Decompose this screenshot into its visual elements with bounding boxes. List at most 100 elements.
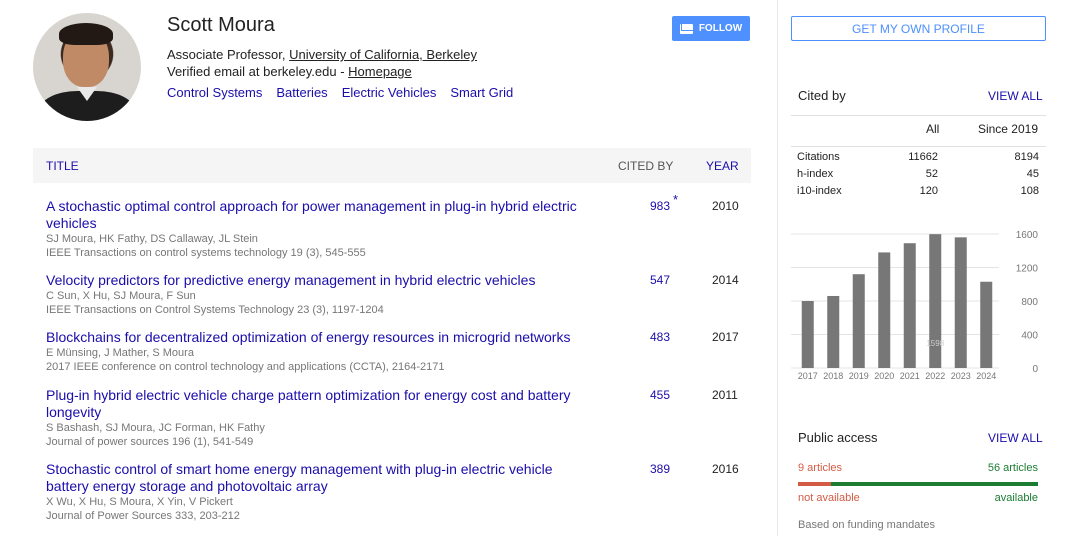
- public-access-view-all-link[interactable]: VIEW ALL: [988, 431, 1043, 445]
- cited-count[interactable]: 483: [650, 329, 670, 346]
- sort-by-year[interactable]: YEAR: [706, 159, 739, 173]
- available-label: available: [994, 492, 1038, 504]
- not-available-label: not available: [798, 492, 860, 504]
- publication-authors: S Bashash, SJ Moura, JC Forman, HK Fathy: [46, 422, 265, 434]
- stats-label[interactable]: i10-index: [797, 185, 842, 197]
- stats-since-value: 45: [1026, 168, 1039, 180]
- not-available-bar: [798, 482, 831, 486]
- table-row: Stochastic control of smart home energy …: [46, 461, 751, 523]
- envelope-icon: [679, 23, 693, 34]
- funding-mandates-note: Based on funding mandates: [798, 519, 935, 531]
- stats-all-value: 120: [919, 185, 938, 197]
- chart-bar-2021[interactable]: [903, 243, 916, 368]
- stats-col-since: Since 2019: [977, 122, 1038, 136]
- chart-bar-2024[interactable]: [980, 281, 993, 368]
- affiliation-link[interactable]: University of California, Berkeley: [289, 47, 477, 62]
- x-tick-label: 2023: [951, 371, 971, 381]
- publication-title[interactable]: Blockchains for decentralized optimizati…: [46, 329, 646, 346]
- x-tick-label: 2022: [925, 371, 945, 381]
- publication-year: 2010: [712, 199, 739, 213]
- stats-col-all: All: [926, 122, 940, 136]
- profile-email: Verified email at berkeley.edu - Homepag…: [167, 64, 412, 79]
- x-tick-label: 2018: [823, 371, 843, 381]
- get-my-own-profile-button[interactable]: GET MY OWN PROFILE: [791, 16, 1046, 41]
- table-row: Plug-in hybrid electric vehicle charge p…: [46, 387, 751, 449]
- chart-bar-2023[interactable]: [954, 237, 967, 368]
- stats-all-value: 52: [925, 168, 938, 180]
- homepage-link[interactable]: Homepage: [348, 64, 412, 79]
- cited-count[interactable]: 547: [650, 272, 670, 289]
- cited-by-view-all-link[interactable]: VIEW ALL: [988, 89, 1043, 103]
- stats-label[interactable]: Citations: [797, 151, 840, 163]
- chart-bar-2018[interactable]: [827, 295, 840, 368]
- interest-link[interactable]: Electric Vehicles: [342, 85, 437, 100]
- cited-by-heading: Cited by: [798, 88, 846, 103]
- profile-avatar[interactable]: [33, 13, 141, 121]
- publication-year: 2016: [712, 462, 739, 476]
- stats-all-value: 11662: [908, 151, 938, 163]
- table-row: Blockchains for decentralized optimizati…: [46, 329, 751, 374]
- stats-row: i10-index 120 108: [797, 185, 1039, 200]
- y-tick-label: 0: [1032, 364, 1038, 375]
- stats-row: Citations 11662 8194: [797, 151, 1039, 166]
- x-tick-label: 2017: [798, 371, 818, 381]
- avatar-hair: [59, 23, 113, 45]
- public-access-heading: Public access: [798, 430, 878, 445]
- y-tick-label: 1600: [1016, 230, 1039, 241]
- interest-link[interactable]: Batteries: [276, 85, 327, 100]
- bar-value-label: 1598: [926, 339, 944, 348]
- publication-venue: Journal of power sources 196 (1), 541-54…: [46, 436, 254, 448]
- cited-count[interactable]: 389: [650, 461, 670, 478]
- publication-title[interactable]: Velocity predictors for predictive energ…: [46, 272, 646, 289]
- chart-bar-2020[interactable]: [878, 252, 891, 368]
- verified-email-text: Verified email at berkeley.edu -: [167, 64, 345, 79]
- cited-count[interactable]: 983: [650, 198, 670, 215]
- y-tick-label: 800: [1021, 297, 1038, 308]
- x-tick-label: 2020: [874, 371, 894, 381]
- y-tick-label: 400: [1021, 331, 1038, 342]
- chart-bar-2019[interactable]: [852, 274, 865, 368]
- interest-link[interactable]: Smart Grid: [450, 85, 513, 100]
- x-tick-label: 2019: [849, 371, 869, 381]
- stats-since-value: 8194: [1014, 151, 1039, 163]
- research-interests: Control Systems Batteries Electric Vehic…: [167, 85, 513, 100]
- column-divider: [777, 0, 778, 536]
- not-available-count[interactable]: 9 articles: [798, 462, 842, 474]
- publication-authors: E Münsing, J Mather, S Moura: [46, 347, 194, 359]
- publication-venue: 2017 IEEE conference on control technolo…: [46, 361, 445, 373]
- interest-link[interactable]: Control Systems: [167, 85, 262, 100]
- x-tick-label: 2021: [900, 371, 920, 381]
- merged-citation-star[interactable]: *: [673, 192, 678, 207]
- publication-authors: C Sun, X Hu, SJ Moura, F Sun: [46, 290, 196, 302]
- publication-year: 2017: [712, 330, 739, 344]
- publication-title[interactable]: Stochastic control of smart home energy …: [46, 461, 586, 495]
- publication-venue: IEEE Transactions on Control Systems Tec…: [46, 304, 384, 316]
- publication-venue: IEEE Transactions on control systems tec…: [46, 247, 366, 259]
- stats-divider: [791, 146, 1046, 147]
- publication-title[interactable]: Plug-in hybrid electric vehicle charge p…: [46, 387, 586, 421]
- follow-button[interactable]: FOLLOW: [672, 16, 750, 41]
- affiliation-role: Associate Professor,: [167, 47, 286, 62]
- citation-stats-table: All Since 2019 Citations 11662 8194 h-in…: [791, 115, 1046, 197]
- sort-by-cited[interactable]: CITED BY: [618, 159, 673, 173]
- y-tick-label: 1200: [1016, 264, 1039, 275]
- profile-name: Scott Moura: [167, 14, 275, 36]
- publication-year: 2014: [712, 273, 739, 287]
- table-row: A stochastic optimal control approach fo…: [46, 192, 751, 260]
- cited-count[interactable]: 455: [650, 387, 670, 404]
- available-count[interactable]: 56 articles: [988, 462, 1038, 474]
- stats-row: h-index 52 45: [797, 168, 1039, 183]
- chart-bar-2017[interactable]: [801, 301, 814, 368]
- table-row: Velocity predictors for predictive energ…: [46, 272, 751, 317]
- follow-label: FOLLOW: [698, 23, 743, 34]
- stats-label[interactable]: h-index: [797, 168, 833, 180]
- publications-table-header: TITLE CITED BY YEAR: [33, 148, 751, 183]
- profile-affiliation: Associate Professor, University of Calif…: [167, 47, 477, 62]
- profile-main: Scott Moura Associate Professor, Univers…: [0, 0, 778, 536]
- publication-year: 2011: [712, 388, 738, 402]
- sort-by-title[interactable]: TITLE: [46, 159, 79, 173]
- publication-authors: X Wu, X Hu, S Moura, X Yin, V Pickert: [46, 496, 233, 508]
- publication-title[interactable]: A stochastic optimal control approach fo…: [46, 198, 586, 232]
- publication-authors: SJ Moura, HK Fathy, DS Callaway, JL Stei…: [46, 233, 258, 245]
- publication-venue: Journal of Power Sources 333, 203-212: [46, 510, 240, 522]
